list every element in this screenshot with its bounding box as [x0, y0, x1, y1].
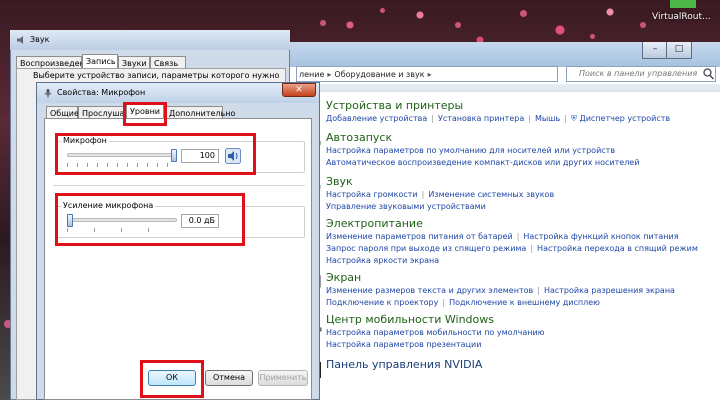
close-button[interactable]: ✕	[282, 83, 316, 97]
shield-icon: ⛨	[570, 114, 577, 123]
cancel-button[interactable]: Отмена	[205, 370, 253, 386]
recording-description: Выберите устройство записи, параметры ко…	[33, 71, 280, 80]
link[interactable]: Добавление устройства	[326, 114, 427, 123]
divider	[53, 185, 305, 186]
category-title[interactable]: Электропитание	[326, 217, 698, 231]
category-power: Электропитание Изменение параметров пита…	[305, 217, 698, 267]
category-devices-printers: Устройства и принтеры Добавление устройс…	[304, 99, 671, 125]
link[interactable]: Настройка яркости экрана	[326, 256, 439, 265]
search-icon[interactable]	[702, 67, 715, 81]
link[interactable]: Мышь	[535, 114, 560, 123]
link[interactable]: Запрос пароля при выходе из спящего режи…	[326, 244, 526, 253]
search-input[interactable]: Поиск в панели управления	[566, 66, 716, 82]
window-title: Звук	[30, 35, 50, 44]
category-autoplay: Автозапуск Настройка параметров по умолч…	[303, 131, 639, 169]
link[interactable]: Изменение системных звуков	[428, 190, 554, 199]
apply-button[interactable]: Применить	[258, 370, 308, 386]
category-sound: Звук Настройка громкости | Изменение систе…	[303, 175, 555, 213]
highlight-levels-tab	[123, 102, 167, 126]
link[interactable]: Автоматическое воспроизведение компакт-д…	[326, 158, 639, 167]
link[interactable]: Установка принтера	[438, 114, 524, 123]
link-row: Настройка яркости экрана	[326, 255, 698, 267]
link-row: Настройка параметров по умолчанию для но…	[326, 145, 639, 157]
link-row: Настройка громкости | Изменение системных …	[326, 190, 555, 199]
desktop-shortcut-label[interactable]: VirtualRout...	[652, 12, 711, 22]
link[interactable]: Изменение параметров питания от батарей	[326, 232, 513, 241]
link-row: Запрос пароля при выходе из спящего режи…	[326, 244, 698, 253]
category-title[interactable]: Устройства и принтеры	[326, 99, 670, 113]
speaker-icon	[17, 36, 23, 44]
control-panel-titlebar: – □	[290, 42, 720, 67]
link[interactable]: Управление звуковыми устройствами	[326, 202, 486, 211]
highlight-microphone-group	[55, 133, 256, 175]
link[interactable]: Настройка громкости	[326, 190, 418, 199]
link-row: Автоматическое воспроизведение компакт-д…	[326, 157, 639, 169]
category-title[interactable]: Звук	[326, 175, 554, 189]
link[interactable]: Настройка параметров по умолчанию для но…	[326, 146, 615, 155]
sound-window-titlebar: Звук	[10, 30, 290, 50]
dialog-title: Свойства: Микрофон	[57, 88, 146, 97]
category-display: Экран Изменение размеров текста и других…	[303, 271, 675, 309]
link-row: Настройка параметров мобильности по умол…	[326, 327, 544, 339]
dialog-titlebar: Свойства: Микрофон	[37, 83, 319, 103]
category-title[interactable]: Автозапуск	[326, 131, 639, 145]
link[interactable]: Настройка параметров презентации	[326, 340, 481, 349]
link[interactable]: Диспетчер устройств	[579, 114, 670, 123]
microphone-icon	[44, 89, 52, 98]
category-mobility-center: Центр мобильности Windows Настройка пара…	[302, 313, 544, 351]
toolbar	[290, 84, 720, 92]
link[interactable]: Изменение размеров текста и других элеме…	[326, 286, 533, 295]
category-title[interactable]: Центр мобильности Windows	[326, 313, 544, 327]
link-row: Управление звуковыми устройствами	[326, 201, 554, 213]
link[interactable]: Настройка функций кнопок питания	[523, 232, 678, 241]
category-title[interactable]: Панель управления NVIDIA	[326, 358, 482, 372]
link-row: Настройка параметров презентации	[326, 339, 544, 351]
highlight-boost-group	[55, 193, 245, 246]
link-row: Изменение размеров текста и других элеме…	[326, 286, 675, 295]
minimize-button[interactable]: –	[642, 42, 668, 59]
address-bar[interactable]: ление ▸ Оборудование и звук ▸	[296, 66, 558, 82]
category-title[interactable]: Экран	[326, 271, 675, 285]
maximize-button[interactable]: □	[666, 42, 692, 59]
link-row: Подключение к проектору | Подключение к вн…	[326, 298, 600, 307]
category-nvidia: Панель управления NVIDIA	[303, 358, 482, 378]
link[interactable]: Настройка разрешения экрана	[544, 286, 675, 295]
breadcrumb-segment[interactable]: Оборудование и звук	[334, 70, 424, 79]
link[interactable]: Подключение к проектору	[326, 298, 438, 307]
breadcrumb-segment[interactable]: ление	[299, 70, 324, 79]
link-row: Добавление устройства | Установка принтера…	[326, 114, 671, 123]
link[interactable]: Настройка параметров мобильности по умол…	[326, 328, 544, 337]
link[interactable]: Подключение к внешнему дисплею	[449, 298, 600, 307]
virtualrouter-icon[interactable]	[670, 0, 696, 8]
highlight-ok-button	[140, 360, 204, 398]
link[interactable]: Настройка перехода в спящий режим	[537, 244, 698, 253]
link-row: Изменение параметров питания от батарей |…	[326, 232, 679, 241]
